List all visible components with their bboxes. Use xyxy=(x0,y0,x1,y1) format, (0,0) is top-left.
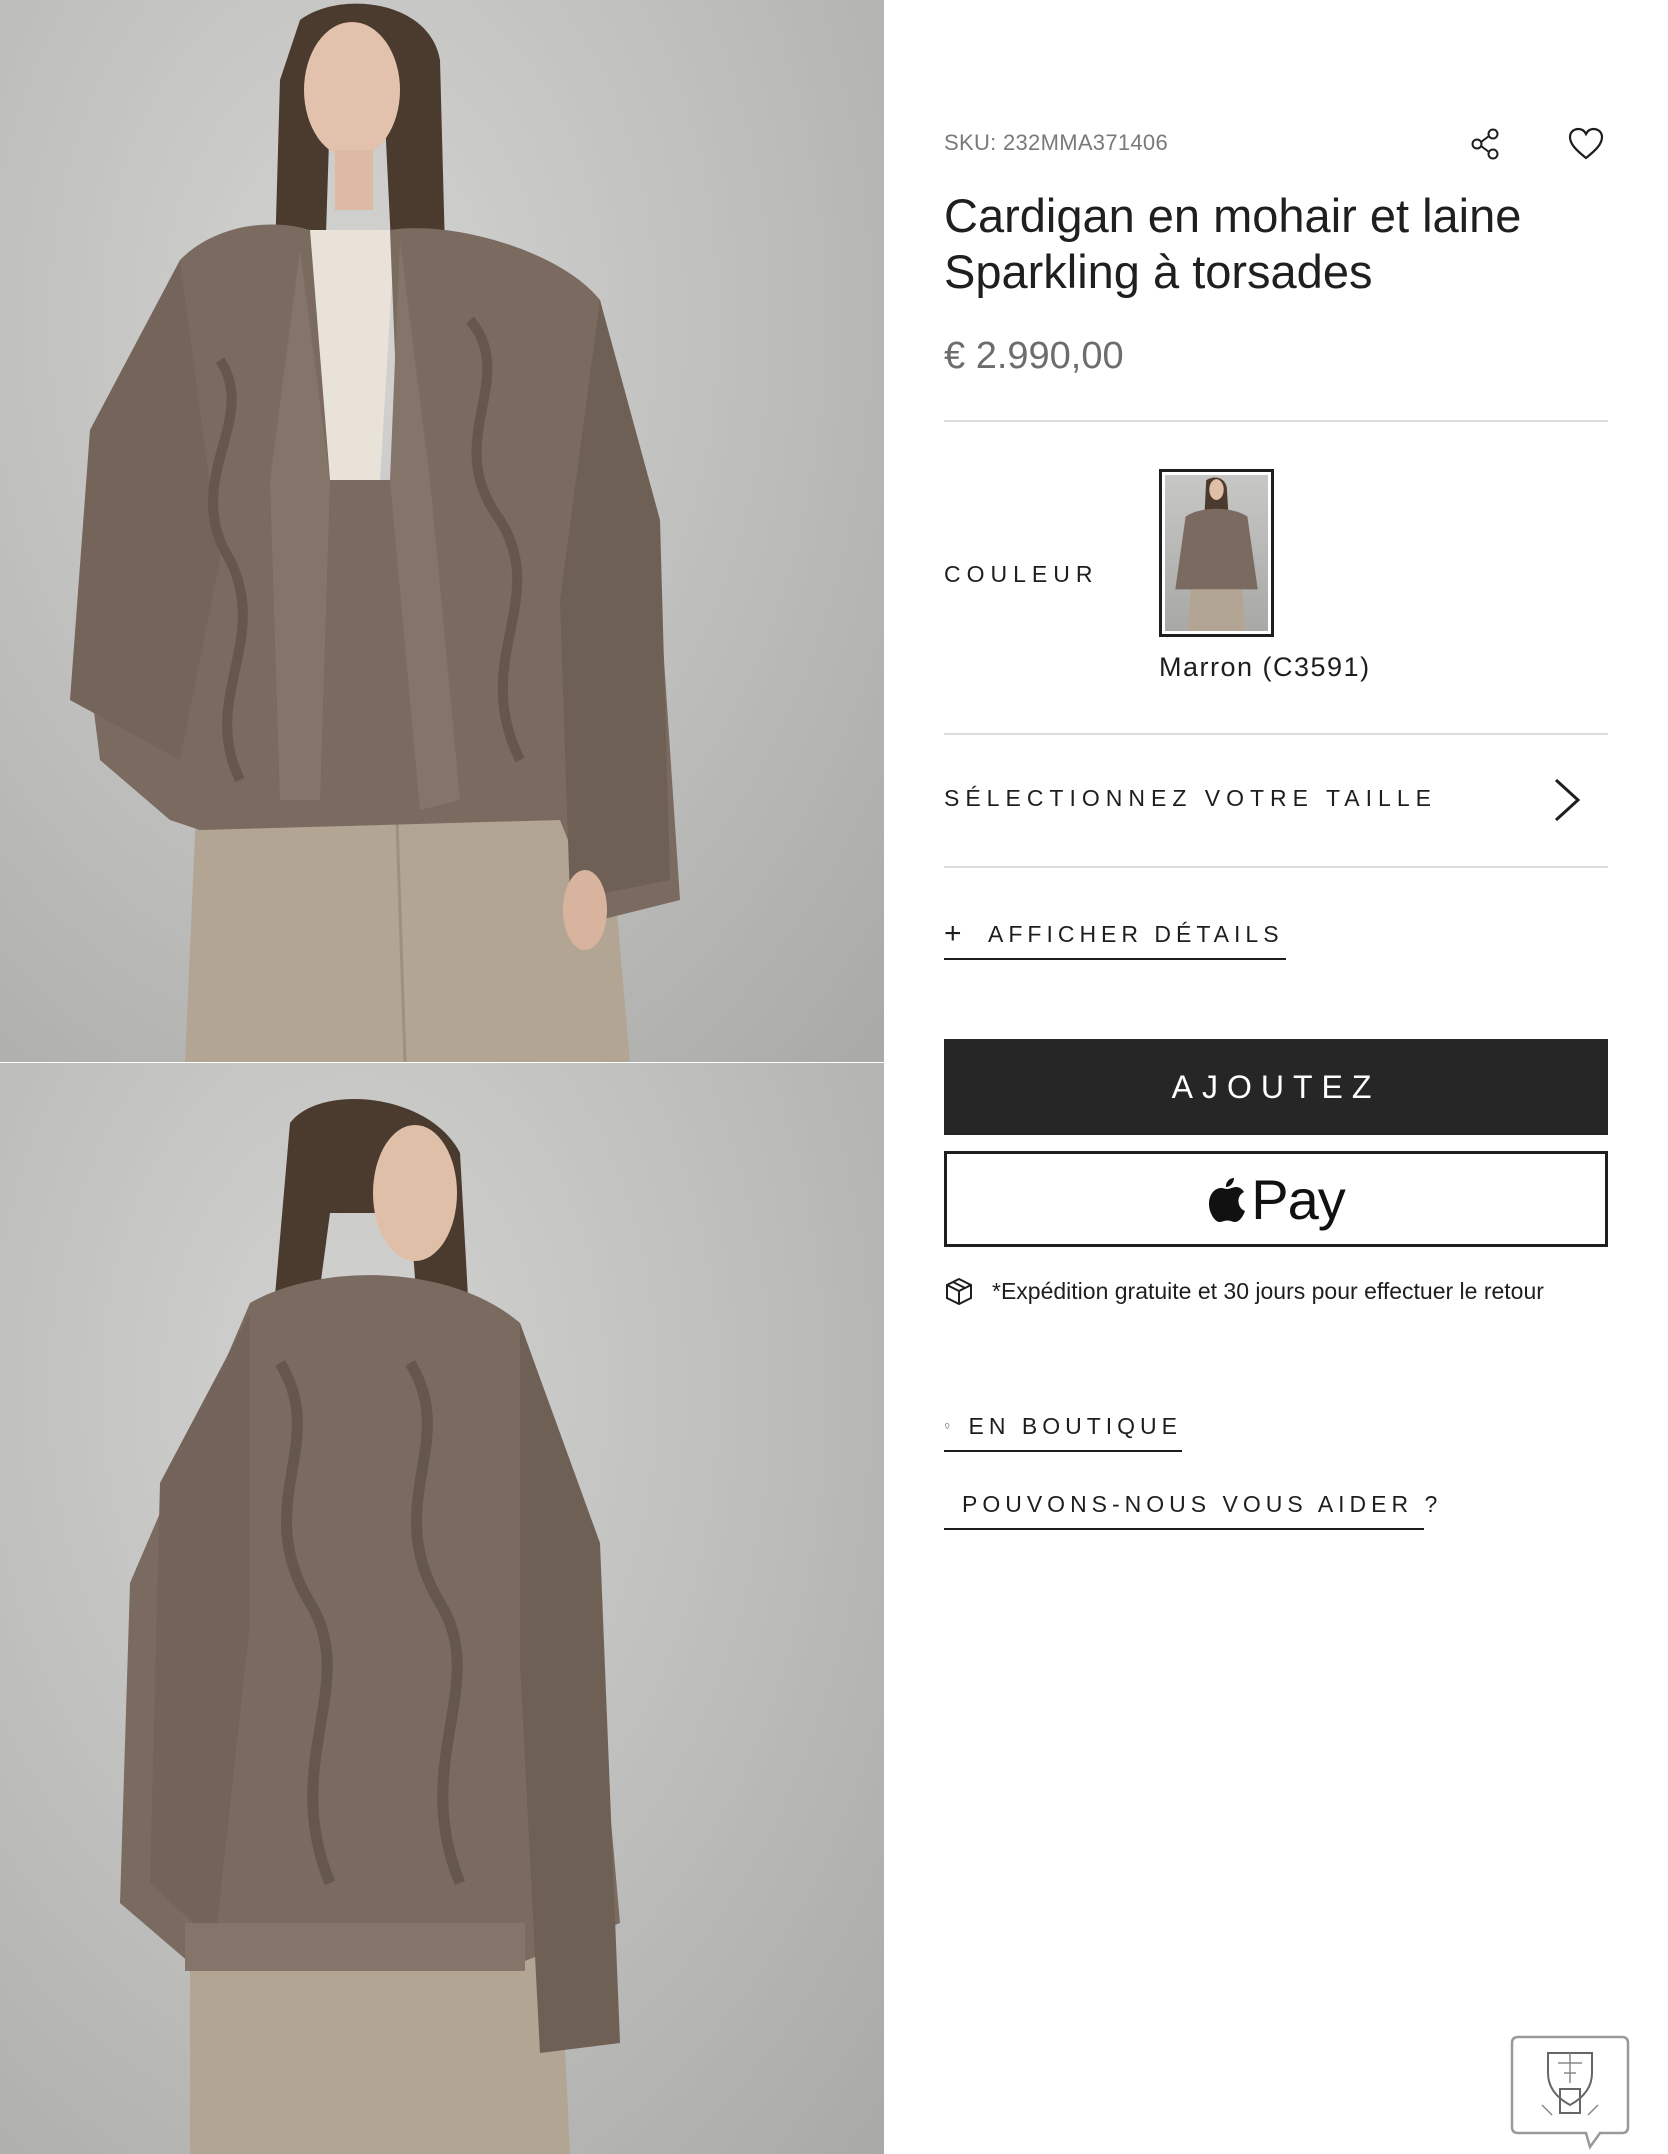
share-button[interactable] xyxy=(1464,122,1508,166)
divider xyxy=(944,420,1608,422)
product-details-panel: SKU: 232MMA371406 Cardigan en mohair et … xyxy=(944,0,1608,2154)
product-image-front[interactable] xyxy=(0,0,884,1062)
apple-pay-button[interactable]: Pay xyxy=(944,1151,1608,1247)
product-price: € 2.990,00 xyxy=(944,335,1124,377)
chevron-right-icon xyxy=(1554,778,1581,822)
heart-icon xyxy=(1568,127,1604,160)
color-name: Marron (C3591) xyxy=(1159,652,1371,682)
help-label: POUVONS-NOUS VOUS AIDER ? xyxy=(962,1490,1443,1517)
apple-logo-icon xyxy=(1209,1178,1246,1222)
show-details-link[interactable]: + AFFICHER DÉTAILS xyxy=(944,910,1286,960)
size-selector-label: SÉLECTIONNEZ VOTRE TAILLE xyxy=(944,785,1437,811)
box-icon xyxy=(946,1277,972,1306)
model-back-illustration xyxy=(120,1099,620,2154)
show-details-label: AFFICHER DÉTAILS xyxy=(988,920,1284,947)
product-title: Cardigan en mohair et laine Sparkling à … xyxy=(944,189,1522,298)
wishlist-button[interactable] xyxy=(1564,122,1608,166)
color-swatch-thumbnail xyxy=(1165,475,1268,631)
size-selector[interactable]: SÉLECTIONNEZ VOTRE TAILLE xyxy=(944,735,1608,865)
in-store-link[interactable]: EN BOUTIQUE xyxy=(944,1402,1182,1452)
location-pin-icon xyxy=(945,1423,950,1430)
share-icon xyxy=(1471,128,1499,160)
color-swatch-selected[interactable] xyxy=(1159,469,1274,637)
chat-crest-icon xyxy=(1510,2035,1630,2150)
model-front-illustration xyxy=(70,3,680,1062)
color-label: COULEUR xyxy=(944,561,1099,587)
in-store-label: EN BOUTIQUE xyxy=(968,1412,1182,1439)
shipping-info: *Expédition gratuite et 30 jours pour ef… xyxy=(944,1276,1544,1306)
product-gallery xyxy=(0,0,884,2154)
shipping-text: *Expédition gratuite et 30 jours pour ef… xyxy=(992,1277,1544,1304)
product-sku: SKU: 232MMA371406 xyxy=(944,130,1169,155)
chat-assistant-button[interactable] xyxy=(1508,2033,1632,2151)
add-to-cart-button[interactable]: AJOUTEZ xyxy=(944,1039,1608,1135)
divider xyxy=(944,866,1608,868)
swatch-illustration xyxy=(1175,477,1258,631)
product-image-back[interactable] xyxy=(0,1063,884,2154)
help-link[interactable]: POUVONS-NOUS VOUS AIDER ? xyxy=(944,1480,1437,1530)
plus-icon: + xyxy=(944,917,962,950)
apple-pay-label: Pay xyxy=(1251,1167,1345,1231)
